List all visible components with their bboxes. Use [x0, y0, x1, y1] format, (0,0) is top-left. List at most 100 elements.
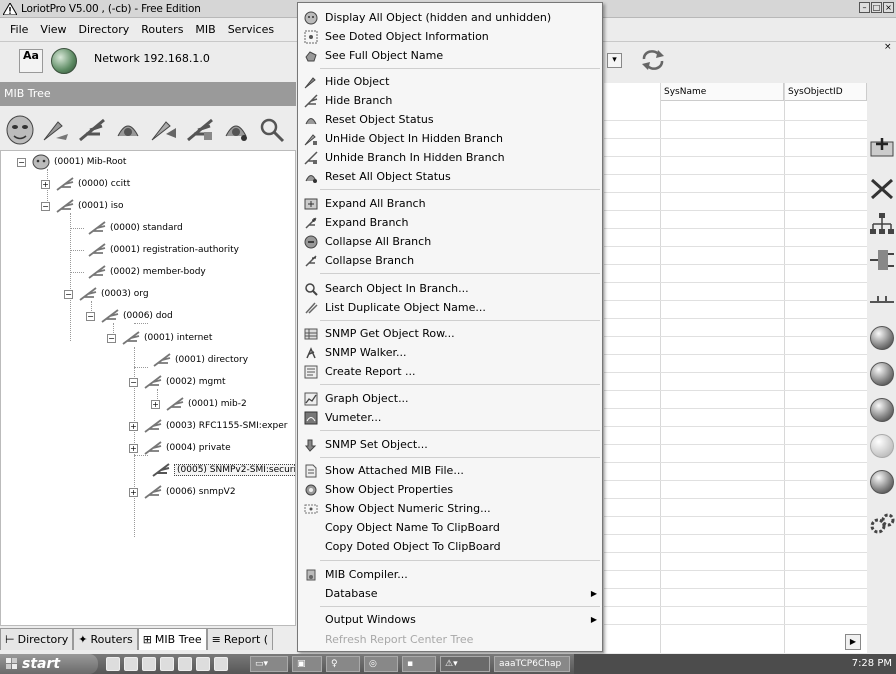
unhide-branch-icon[interactable] [184, 114, 216, 146]
menu-item-expand-all-branch[interactable]: Expand All Branch [298, 194, 602, 213]
menu-item-output-windows[interactable]: Output Windows ▶ [298, 610, 602, 629]
quicklaunch-icon[interactable] [196, 657, 210, 671]
collapse-icon[interactable]: − [107, 333, 116, 343]
close-panel-button[interactable]: × [884, 42, 892, 52]
tools-icon[interactable] [868, 174, 896, 202]
reset-status-icon[interactable] [112, 114, 144, 146]
expand-icon[interactable]: + [129, 487, 138, 497]
tab-directory[interactable]: ⊢ Directory [0, 628, 74, 650]
tree-node[interactable]: − (0001) Mib-Root [17, 151, 126, 173]
network-tree-icon[interactable] [868, 210, 896, 238]
tree-node[interactable]: + (0001) mib-2 [151, 393, 247, 415]
tree-node[interactable]: − (0002) mgmt [129, 371, 226, 393]
hide-branch-icon[interactable] [76, 114, 108, 146]
menu-item-graph-object[interactable]: Graph Object... [298, 389, 602, 408]
taskbar-app-button[interactable]: ▣ [292, 656, 322, 672]
tab-routers[interactable]: ✦ Routers [73, 628, 138, 650]
quicklaunch-icon[interactable] [124, 657, 138, 671]
link-icon[interactable] [868, 284, 896, 312]
tree-node[interactable]: + (0004) private [129, 437, 231, 459]
menu-item-database[interactable]: Database ▶ [298, 584, 602, 603]
tree-node[interactable]: (0002) member-body [73, 261, 206, 283]
menu-item-hide-object[interactable]: Hide Object [298, 72, 602, 91]
maximize-button[interactable]: □ [871, 2, 882, 13]
status-ball-icon[interactable] [870, 434, 894, 458]
menu-view[interactable]: View [40, 23, 66, 36]
menu-item-expand-branch[interactable]: Expand Branch [298, 213, 602, 232]
unhide-object-icon[interactable] [148, 114, 180, 146]
menu-item-unhide-branch[interactable]: Unhide Branch In Hidden Branch [298, 148, 602, 167]
status-ball-icon[interactable] [870, 470, 894, 494]
menu-item-copy-doted-object[interactable]: Copy Doted Object To ClipBoard [298, 537, 602, 556]
menu-item-reset-all-object-status[interactable]: Reset All Object Status [298, 167, 602, 186]
taskbar-app-button[interactable]: ♀ [326, 656, 360, 672]
collapse-icon[interactable]: − [129, 377, 138, 387]
menu-item-collapse-branch[interactable]: Collapse Branch [298, 251, 602, 270]
connector-icon[interactable] [868, 246, 896, 274]
menu-item-copy-object-name[interactable]: Copy Object Name To ClipBoard [298, 518, 602, 537]
menu-mib[interactable]: MIB [195, 23, 215, 36]
status-ball-icon[interactable] [870, 362, 894, 386]
quicklaunch-icon[interactable] [214, 657, 228, 671]
tree-node[interactable]: − (0001) iso [41, 195, 123, 217]
menu-item-mib-compiler[interactable]: MIB Compiler... [298, 565, 602, 584]
tree-node[interactable]: + (0006) snmpV2 [129, 481, 236, 503]
quicklaunch-icon[interactable] [106, 657, 120, 671]
taskbar-app-button[interactable]: ◎ [364, 656, 398, 672]
tree-node[interactable]: (0001) registration-authority [73, 239, 239, 261]
quicklaunch-icon[interactable] [160, 657, 174, 671]
tree-node[interactable]: − (0001) internet [107, 327, 212, 349]
menu-item-see-doted-object[interactable]: See Doted Object Information [298, 27, 602, 46]
expand-icon[interactable]: + [129, 443, 138, 453]
tree-node[interactable]: (0001) directory [138, 349, 248, 371]
mask-icon[interactable] [4, 114, 36, 146]
minimize-button[interactable]: – [859, 2, 870, 13]
gears-icon[interactable] [868, 510, 896, 538]
collapse-icon[interactable]: − [64, 289, 73, 299]
tree-node[interactable]: − (0006) dod [86, 305, 173, 327]
tree-node[interactable]: (0000) standard [73, 217, 183, 239]
menu-item-show-attached-mib[interactable]: Show Attached MIB File... [298, 461, 602, 480]
menu-item-snmp-set-object[interactable]: SNMP Set Object... [298, 435, 602, 454]
close-button[interactable]: × [883, 2, 894, 13]
search-branch-icon[interactable] [256, 114, 288, 146]
tree-node[interactable]: + (0000) ccitt [41, 173, 130, 195]
menu-item-show-object-properties[interactable]: Show Object Properties [298, 480, 602, 499]
menu-item-display-all-object[interactable]: Display All Object (hidden and unhidden) [298, 8, 602, 27]
collapse-icon[interactable]: − [86, 311, 95, 321]
add-device-icon[interactable] [868, 134, 896, 162]
menu-item-hide-branch[interactable]: Hide Branch [298, 91, 602, 110]
quicklaunch-icon[interactable] [178, 657, 192, 671]
column-header-sysobjectid[interactable]: SysObjectID [784, 83, 867, 101]
tree-node[interactable]: − (0003) org [64, 283, 149, 305]
menu-routers[interactable]: Routers [141, 23, 183, 36]
menu-file[interactable]: File [10, 23, 28, 36]
column-header-sysname[interactable]: SysName [660, 83, 784, 101]
dropdown-arrow-icon[interactable]: ▾ [607, 53, 622, 68]
menu-item-reset-object-status[interactable]: Reset Object Status [298, 110, 602, 129]
menu-item-show-numeric-string[interactable]: Show Object Numeric String... [298, 499, 602, 518]
menu-item-unhide-object[interactable]: UnHide Object In Hidden Branch [298, 129, 602, 148]
expand-icon[interactable]: + [151, 399, 160, 409]
collapse-icon[interactable]: − [41, 201, 50, 211]
start-button[interactable]: start [0, 654, 98, 674]
tree-node[interactable]: + (0003) RFC1155-SMI:exper [129, 415, 287, 437]
taskbar-app-button[interactable]: ▪ [402, 656, 436, 672]
quicklaunch-icon[interactable] [142, 657, 156, 671]
taskbar-folder-button[interactable]: ▭▾ [250, 656, 288, 672]
collapse-icon[interactable]: − [17, 157, 26, 167]
scroll-right-arrow[interactable]: ▶ [845, 634, 861, 650]
network-globe-icon[interactable] [51, 48, 77, 74]
menu-directory[interactable]: Directory [79, 23, 130, 36]
refresh-icon[interactable] [640, 49, 666, 71]
hide-object-icon[interactable] [40, 114, 72, 146]
expand-icon[interactable]: + [129, 421, 138, 431]
menu-item-create-report[interactable]: Create Report ... [298, 362, 602, 381]
device-table[interactable]: SysName SysObjectID [604, 83, 867, 653]
menu-item-list-duplicate[interactable]: List Duplicate Object Name... [298, 298, 602, 317]
status-ball-icon[interactable] [870, 398, 894, 422]
reset-all-icon[interactable] [220, 114, 252, 146]
tab-mib-tree[interactable]: ⊞ MIB Tree [137, 628, 207, 650]
taskbar-loriotpro-button[interactable]: ⚠▾ [440, 656, 490, 672]
menu-item-snmp-get-row[interactable]: SNMP Get Object Row... [298, 324, 602, 343]
